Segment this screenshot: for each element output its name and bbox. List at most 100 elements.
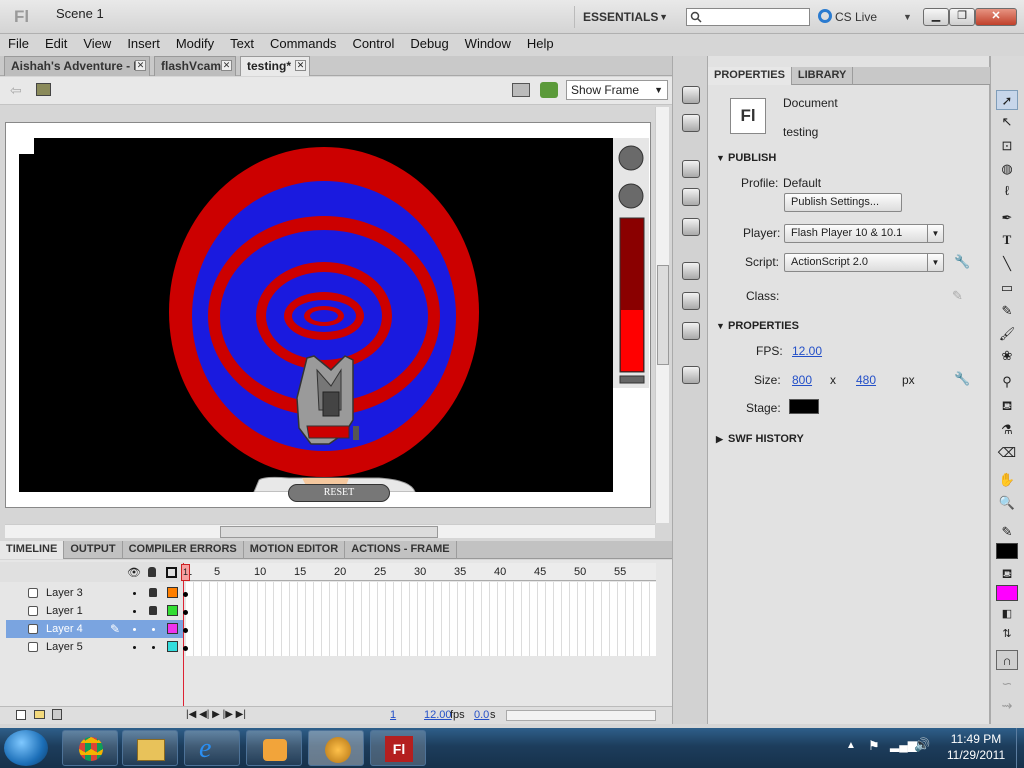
volume-icon[interactable]: 🔊 xyxy=(914,737,930,753)
tab-actions-frame[interactable]: ACTIONS - FRAME xyxy=(345,541,457,559)
layer-color-swatch[interactable] xyxy=(167,587,178,598)
workspace-switcher[interactable]: ESSENTIALS ▼ xyxy=(574,6,674,28)
show-desktop-button[interactable] xyxy=(1016,728,1024,768)
text-tool-icon[interactable]: T xyxy=(996,230,1018,250)
chrome-taskbar-button[interactable] xyxy=(62,730,118,766)
playback-controls[interactable]: |◀ ◀| ▶ |▶ ▶| xyxy=(186,709,246,720)
publish-settings-button[interactable]: Publish Settings... xyxy=(784,193,902,212)
doc-tab-testing[interactable]: testing* ✕ xyxy=(240,56,310,76)
new-folder-icon[interactable] xyxy=(34,710,45,719)
tray-expand-icon[interactable]: ▲ xyxy=(846,740,856,751)
cam-taskbar-button[interactable] xyxy=(308,730,364,766)
menu-text[interactable]: Text xyxy=(222,34,262,54)
eye-icon[interactable]: 👁 xyxy=(127,566,141,579)
layer-row-layer-5[interactable]: Layer 5 xyxy=(6,638,184,656)
transform-panel-icon[interactable] xyxy=(682,218,700,236)
new-layer-icon[interactable] xyxy=(16,710,26,720)
outline-icon[interactable] xyxy=(166,567,177,578)
tab-properties[interactable]: PROPERTIES xyxy=(708,67,792,85)
layer-color-swatch[interactable] xyxy=(167,623,178,634)
lock-dot[interactable] xyxy=(152,646,155,649)
publish-section-header[interactable]: ▼ PUBLISH xyxy=(708,149,990,167)
frame-ruler[interactable]: 1 5 10 15 20 25 30 35 40 45 50 55 xyxy=(186,563,656,581)
fill-color-swatch[interactable] xyxy=(996,585,1018,601)
code-snippets-icon[interactable] xyxy=(682,262,700,280)
network-icon[interactable]: ▂▄▆ xyxy=(890,738,917,752)
layer-color-swatch[interactable] xyxy=(167,605,178,616)
keyframe[interactable] xyxy=(183,610,188,615)
player-select[interactable]: Flash Player 10 & 10.1 ▼ xyxy=(784,224,944,243)
minimize-button[interactable]: ▁ xyxy=(923,8,949,26)
edit-scene-icon[interactable] xyxy=(512,83,530,97)
color-panel-icon[interactable] xyxy=(682,86,700,104)
stage-height-value[interactable]: 480 xyxy=(856,373,876,387)
stage-horizontal-scrollbar[interactable] xyxy=(5,524,655,538)
hand-tool-icon[interactable]: ✋ xyxy=(996,470,1018,490)
keyframe[interactable] xyxy=(183,592,188,597)
brush-tool-icon[interactable]: 🖌 xyxy=(996,324,1018,344)
menu-file[interactable]: File xyxy=(0,34,37,54)
menu-control[interactable]: Control xyxy=(344,34,402,54)
menu-debug[interactable]: Debug xyxy=(402,34,456,54)
tab-timeline[interactable]: TIMELINE xyxy=(0,541,65,559)
line-tool-icon[interactable]: ╲ xyxy=(996,254,1018,274)
keyframe[interactable] xyxy=(183,628,188,633)
back-arrow-icon[interactable]: ⇦ xyxy=(10,82,22,99)
scroll-thumb[interactable] xyxy=(220,526,438,538)
start-button[interactable] xyxy=(4,730,48,766)
edit-symbols-icon[interactable] xyxy=(540,82,558,98)
elapsed-time[interactable]: 0.0 xyxy=(474,709,489,721)
stage-canvas[interactable] xyxy=(19,138,613,492)
explorer-taskbar-button[interactable] xyxy=(122,730,178,766)
tab-motion-editor[interactable]: MOTION EDITOR xyxy=(244,541,346,559)
properties-section-header[interactable]: ▼ PROPERTIES xyxy=(708,317,990,335)
reset-button[interactable]: RESET xyxy=(288,484,390,502)
subselection-tool-icon[interactable]: ↖ xyxy=(996,112,1018,132)
doc-tab-flashvcam[interactable]: flashVcam ✕ xyxy=(154,56,236,76)
frame-grid[interactable] xyxy=(186,582,656,656)
menu-edit[interactable]: Edit xyxy=(37,34,75,54)
doc-tab-aishahs-adventure[interactable]: Aishah's Adventure - I ✕ xyxy=(4,56,150,76)
wrench-icon[interactable]: 🔧 xyxy=(954,254,970,270)
swap-colors-icon[interactable]: ⇅ xyxy=(996,624,1018,644)
cs-live-button[interactable]: CS Live xyxy=(818,8,877,26)
menu-insert[interactable]: Insert xyxy=(119,34,168,54)
paint-bucket-tool-icon[interactable]: ⛾ xyxy=(996,396,1018,416)
components-icon[interactable] xyxy=(682,292,700,310)
eyedropper-tool-icon[interactable]: ⚗ xyxy=(996,420,1018,440)
timeline-h-scrollbar[interactable] xyxy=(506,710,656,721)
align-panel-icon[interactable] xyxy=(682,160,700,178)
info-panel-icon[interactable] xyxy=(682,188,700,206)
menu-window[interactable]: Window xyxy=(457,34,519,54)
swatches-panel-icon[interactable] xyxy=(682,114,700,132)
selection-tool-icon[interactable]: ➚ xyxy=(996,90,1018,110)
tab-compiler-errors[interactable]: COMPILER ERRORS xyxy=(123,541,244,559)
pencil-tool-icon[interactable]: ✎ xyxy=(996,301,1018,321)
lasso-tool-icon[interactable]: ℓ xyxy=(996,181,1018,201)
current-frame[interactable]: 1 xyxy=(390,709,396,721)
clock[interactable]: 11:49 PM 11/29/2011 xyxy=(936,731,1016,763)
layer-row-layer-4[interactable]: Layer 4 ✎ xyxy=(6,620,184,638)
playhead-marker[interactable]: 1 xyxy=(181,564,190,581)
straighten-icon[interactable]: ⇝ xyxy=(996,696,1018,716)
layer-row-layer-1[interactable]: Layer 1 xyxy=(6,602,184,620)
stroke-color-pencil-icon[interactable]: ✎ xyxy=(996,522,1018,542)
close-button[interactable]: ✕ xyxy=(975,8,1017,26)
close-tab-icon[interactable]: ✕ xyxy=(221,60,232,71)
tab-library[interactable]: LIBRARY xyxy=(792,67,854,85)
stage-width-value[interactable]: 800 xyxy=(792,373,812,387)
delete-layer-icon[interactable] xyxy=(52,709,62,720)
playhead[interactable] xyxy=(183,563,190,707)
eraser-tool-icon[interactable]: ⌫ xyxy=(996,443,1018,463)
zoom-select[interactable]: Show Frame ▼ xyxy=(566,80,668,100)
fps-value[interactable]: 12.00 xyxy=(792,344,822,358)
fill-color-bucket-icon[interactable]: ⛾ xyxy=(996,564,1018,584)
pen-tool-icon[interactable]: ✒ xyxy=(996,208,1018,228)
zoom-tool-icon[interactable]: 🔍 xyxy=(996,493,1018,513)
snap-to-objects-icon[interactable]: ∩ xyxy=(996,650,1018,670)
visibility-dot[interactable] xyxy=(133,628,136,631)
visibility-dot[interactable] xyxy=(133,592,136,595)
default-colors-icon[interactable]: ◧ xyxy=(996,604,1018,624)
flash-taskbar-button[interactable]: Fl xyxy=(370,730,426,766)
edit-class-pencil-icon[interactable]: ✎ xyxy=(952,288,963,304)
